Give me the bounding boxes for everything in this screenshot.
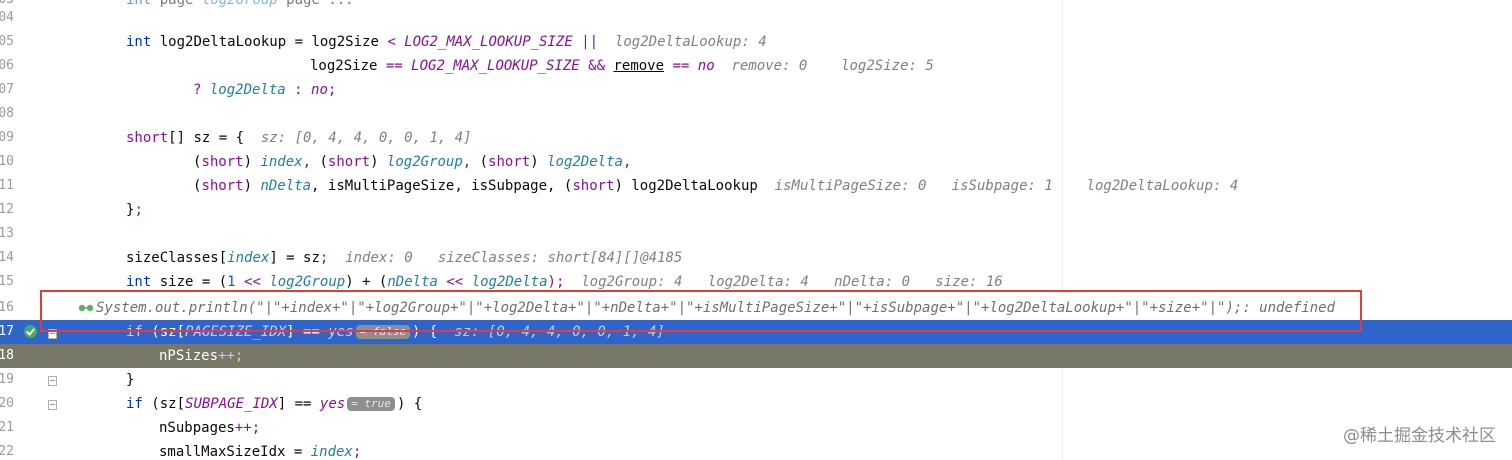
line-number: 05: [0, 34, 14, 49]
code-line[interactable]: 21 nSubpages++;: [0, 416, 1512, 440]
line-number: 13: [0, 226, 14, 241]
line-number: 17: [0, 324, 14, 339]
inline-hint: log2DeltaLookup: 4: [1086, 178, 1239, 194]
line-code: int log2DeltaLookup = log2Size < LOG2_MA…: [126, 34, 767, 50]
inline-hint: isSubpage: 1: [951, 178, 1053, 194]
fold-marker-icon[interactable]: [48, 400, 57, 410]
line-number: 09: [0, 130, 14, 145]
code-line[interactable]: 07 ? log2Delta : no;: [0, 78, 1512, 102]
current-execution-line[interactable]: 17 if (sz[PAGESIZE_IDX] == yes = false) {…: [0, 320, 1512, 344]
line-number: 07: [0, 82, 14, 97]
line-code: smallMaxSizeIdx = index;: [159, 444, 362, 460]
inline-hint: size: 16: [935, 274, 1003, 290]
line-code: log2Size == LOG2_MAX_LOOKUP_SIZE && remo…: [310, 58, 934, 74]
inline-hint: log2Group: 4: [581, 274, 683, 290]
evaluate-expression: System.out.println("|"+index+"|"+log2Gro…: [96, 297, 1335, 319]
line-number: 12: [0, 202, 14, 217]
line-number: 15: [0, 274, 14, 289]
inline-hint: sz: [0, 4, 4, 0, 0, 1, 4]: [454, 324, 665, 340]
line-code: }: [126, 372, 135, 388]
evaluate-result: : undefined: [1242, 300, 1336, 316]
code-line[interactable]: 13: [0, 222, 1512, 246]
evaluate-expression-text: System.out.println("|"+index+"|"+log2Gro…: [96, 300, 1243, 316]
line-code: if (sz[PAGESIZE_IDX] == yes = false) { sz…: [126, 324, 665, 340]
line-number: 04: [0, 10, 14, 25]
code-line[interactable]: 10 (short) index, (short) log2Group, (sh…: [0, 150, 1512, 174]
line-number: 21: [0, 420, 14, 435]
line-number: 18: [0, 348, 14, 363]
code-line[interactable]: 05 int log2DeltaLookup = log2Size < LOG2…: [0, 30, 1512, 54]
line-code: (short) index, (short) log2Group, (short…: [193, 154, 632, 170]
breakpoint-check-icon[interactable]: [24, 325, 37, 338]
breakpoint-line[interactable]: 18 nPSizes++;: [0, 344, 1512, 368]
inline-hint: remove: 0: [731, 58, 808, 74]
inline-hint: log2Delta: 4: [707, 274, 809, 290]
line-number: 10: [0, 154, 14, 169]
inline-hint: log2DeltaLookup: 4: [614, 34, 767, 50]
line-number: 19: [0, 372, 14, 387]
code-line[interactable]: 12 };: [0, 198, 1512, 222]
code-line[interactable]: 04: [0, 6, 1512, 30]
inline-hint: sz: [0, 4, 4, 0, 0, 1, 4]: [260, 130, 472, 146]
code-line[interactable]: 06 log2Size == LOG2_MAX_LOOKUP_SIZE && r…: [0, 54, 1512, 78]
line-number: 22: [0, 444, 14, 459]
inline-value-pill: = true: [347, 397, 395, 411]
line-number: 11: [0, 178, 14, 193]
code-line[interactable]: 22 smallMaxSizeIdx = index;: [0, 440, 1512, 460]
code-line[interactable]: 19 }: [0, 368, 1512, 392]
inline-hint: isMultiPageSize: 0: [774, 178, 927, 194]
code-line[interactable]: 20 if (sz[SUBPAGE_IDX] == yes = true) {: [0, 392, 1512, 416]
line-code: int size = (1 << log2Group) + (nDelta <<…: [126, 274, 1003, 290]
fold-marker-icon[interactable]: [48, 329, 57, 339]
line-code: if (sz[SUBPAGE_IDX] == yes = true) {: [126, 396, 423, 412]
code-line[interactable]: 11 (short) nDelta, isMultiPageSize, isSu…: [0, 174, 1512, 198]
line-number: 20: [0, 396, 14, 411]
line-number: 08: [0, 106, 14, 121]
code-editor[interactable]: 03 int page log2Group page ... 04 05 int…: [0, 0, 1512, 460]
inline-hint: sizeClasses: short[84][]@4185: [437, 250, 683, 266]
code-line[interactable]: 14 sizeClasses[index] = sz; index: 0 siz…: [0, 246, 1512, 270]
line-code: short[] sz = { sz: [0, 4, 4, 0, 0, 1, 4]: [126, 130, 472, 146]
line-code: sizeClasses[index] = sz; index: 0 sizeCl…: [126, 250, 683, 266]
watermark: @稀土掘金技术社区: [1343, 426, 1496, 446]
line-number: 06: [0, 58, 14, 73]
code-line[interactable]: 15 int size = (1 << log2Group) + (nDelta…: [0, 270, 1512, 294]
line-code: (short) nDelta, isMultiPageSize, isSubpa…: [193, 178, 1239, 194]
line-code: nPSizes++;: [159, 348, 244, 364]
code-line[interactable]: 08: [0, 102, 1512, 126]
line-code: ? log2Delta : no;: [193, 82, 337, 98]
line-code: nSubpages++;: [159, 420, 261, 436]
code-line[interactable]: 09 short[] sz = { sz: [0, 4, 4, 0, 0, 1,…: [0, 126, 1512, 150]
fold-marker-icon[interactable]: [48, 376, 57, 386]
inline-hint: log2Size: 5: [841, 58, 934, 74]
line-code: };: [126, 202, 143, 218]
inline-value-pill: = false: [355, 325, 410, 339]
line-number: 14: [0, 250, 14, 265]
eyeglasses-icon: [78, 304, 94, 312]
inline-hint: index: 0: [345, 250, 413, 266]
inline-hint: nDelta: 0: [834, 274, 910, 290]
line-number: 16: [0, 300, 14, 315]
